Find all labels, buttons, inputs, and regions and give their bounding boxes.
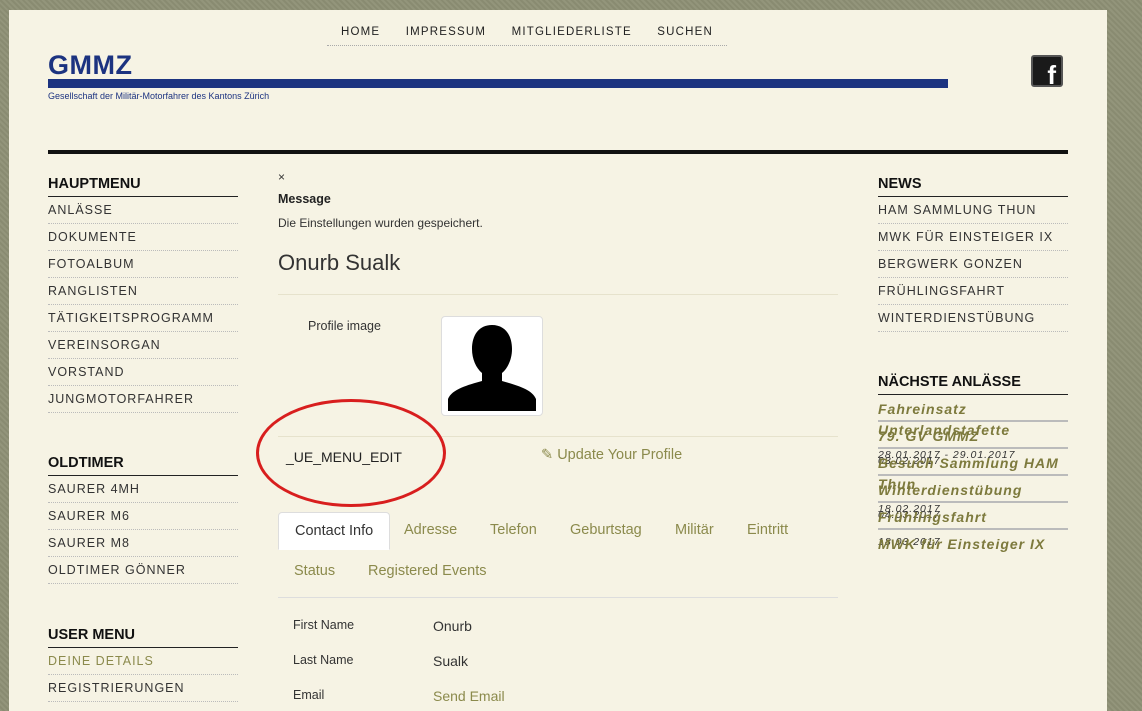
tab-geburtstag[interactable]: Geburtstag — [554, 512, 658, 548]
menu-item-registrierungen[interactable]: REGISTRIERUNGEN — [48, 675, 238, 702]
nav-mitgliederliste[interactable]: MITGLIEDERLISTE — [512, 26, 632, 38]
facebook-icon[interactable]: f — [1031, 55, 1063, 90]
event-title[interactable]: Winterdienstübung — [878, 480, 1068, 501]
page: HOME IMPRESSUM MITGLIEDERLISTE SUCHEN GM… — [9, 10, 1107, 711]
menu-item-jungmotorfahrer[interactable]: JUNGMOTORFAHRER — [48, 386, 238, 413]
field-row: Email Send Email — [278, 678, 838, 711]
event-item[interactable]: MWK für Einsteiger IX — [878, 530, 1068, 557]
update-profile-link[interactable]: ✎ Update Your Profile — [541, 447, 682, 463]
menu-item-vereinsorgan[interactable]: VEREINSORGAN — [48, 332, 238, 359]
edit-row: _UE_MENU_EDIT ✎ Update Your Profile — [256, 399, 838, 512]
tab-adresse[interactable]: Adresse — [388, 512, 473, 548]
profile-name: Onurb Sualk — [278, 250, 838, 295]
events-title: NÄCHSTE ANLÄSSE — [878, 374, 1068, 395]
menu-item-oldtimer-goenner[interactable]: OLDTIMER GÖNNER — [48, 557, 238, 584]
menu-item-taetigkeitsprogramm[interactable]: TÄTIGKEITSPROGRAMM — [48, 305, 238, 332]
update-profile-label: Update Your Profile — [557, 447, 683, 463]
news-item[interactable]: BERGWERK GONZEN — [878, 251, 1068, 278]
contact-fields: First Name Onurb Last Name Sualk Email S… — [278, 608, 838, 711]
menu-item-vorstand[interactable]: VORSTAND — [48, 359, 238, 386]
user-silhouette-icon — [448, 325, 536, 411]
menu-item-anlaesse[interactable]: ANLÄSSE — [48, 197, 238, 224]
news-title: NEWS — [878, 176, 1068, 197]
menu-item-ranglisten[interactable]: RANGLISTEN — [48, 278, 238, 305]
tab-registered-events[interactable]: Registered Events — [352, 553, 502, 589]
menu-item-saurer-m6[interactable]: SAURER M6 — [48, 503, 238, 530]
first-name-value: Onurb — [433, 618, 472, 634]
menu-item-saurer-m8[interactable]: SAURER M8 — [48, 530, 238, 557]
tab-status[interactable]: Status — [278, 553, 351, 589]
news-item[interactable]: MWK FÜR EINSTEIGER IX — [878, 224, 1068, 251]
event-item[interactable]: Frühlingsfahrt 18.03.2017 — [878, 503, 1068, 548]
message-title: Message — [278, 192, 331, 206]
tab-contact-info[interactable]: Contact Info — [278, 512, 391, 550]
menu-item-saurer-4mh[interactable]: SAURER 4MH — [48, 476, 238, 503]
first-name-label: First Name — [293, 618, 355, 632]
last-name-value: Sualk — [433, 653, 469, 669]
profile-tabs: Contact Info Adresse Telefon Geburtstag … — [278, 512, 838, 598]
top-navigation: HOME IMPRESSUM MITGLIEDERLISTE SUCHEN — [327, 18, 727, 46]
field-row: Last Name Sualk — [278, 643, 838, 678]
user-menu-title: USER MENU — [48, 627, 238, 648]
news-item[interactable]: HAM SAMMLUNG THUN — [878, 197, 1068, 224]
nav-suchen[interactable]: SUCHEN — [657, 26, 713, 38]
sidebar-hauptmenu: HAUPTMENU ANLÄSSE DOKUMENTE FOTOALBUM RA… — [48, 176, 238, 413]
site-subtitle: Gesellschaft der Militär-Motorfahrer des… — [48, 91, 270, 101]
sidebar-events: NÄCHSTE ANLÄSSE Fahreinsatz Unterlandsta… — [878, 374, 1068, 557]
event-title[interactable]: 79. GV GMMZ — [878, 426, 1068, 447]
event-item[interactable]: Besuch Sammlung HAM Thun 18.02.2017 — [878, 449, 1068, 515]
menu-item-fotoalbum[interactable]: FOTOALBUM — [48, 251, 238, 278]
sidebar-user-menu: USER MENU DEINE DETAILS REGISTRIERUNGEN — [48, 627, 238, 702]
close-icon[interactable]: × — [278, 170, 838, 184]
news-item[interactable]: WINTERDIENSTÜBUNG — [878, 305, 1068, 332]
event-title[interactable]: MWK für Einsteiger IX — [878, 534, 1068, 555]
profile-image-label: Profile image — [308, 319, 381, 333]
field-row: First Name Onurb — [278, 608, 838, 643]
sidebar-oldtimer: OLDTIMER SAURER 4MH SAURER M6 SAURER M8 … — [48, 455, 238, 584]
tab-telefon[interactable]: Telefon — [474, 512, 553, 548]
nav-home[interactable]: HOME — [341, 26, 380, 38]
event-title[interactable]: Frühlingsfahrt — [878, 507, 1068, 528]
oldtimer-title: OLDTIMER — [48, 455, 238, 476]
hauptmenu-title: HAUPTMENU — [48, 176, 238, 197]
event-item[interactable]: Fahreinsatz Unterlandstafette 28.01.2017… — [878, 395, 1068, 461]
event-item[interactable]: 79. GV GMMZ 03.02.2017 — [878, 422, 1068, 467]
edit-icon: ✎ — [541, 447, 554, 463]
header-divider — [48, 150, 1068, 154]
last-name-label: Last Name — [293, 653, 354, 667]
ue-menu-edit-label: _UE_MENU_EDIT — [286, 449, 402, 465]
send-email-link[interactable]: Send Email — [433, 688, 505, 704]
news-item[interactable]: FRÜHLINGSFAHRT — [878, 278, 1068, 305]
message-text: Die Einstellungen wurden gespeichert. — [278, 216, 483, 230]
menu-item-deine-details[interactable]: DEINE DETAILS — [48, 648, 238, 675]
tab-eintritt[interactable]: Eintritt — [731, 512, 804, 548]
main-content: × Message Die Einstellungen wurden gespe… — [256, 170, 838, 711]
nav-impressum[interactable]: IMPRESSUM — [406, 26, 486, 38]
tab-militaer[interactable]: Militär — [659, 512, 730, 548]
logo-bar — [48, 79, 948, 88]
site-logo[interactable]: GMMZ — [48, 50, 132, 81]
sidebar-news: NEWS HAM SAMMLUNG THUN MWK FÜR EINSTEIGE… — [878, 176, 1068, 332]
email-label: Email — [293, 688, 325, 702]
avatar — [441, 316, 543, 416]
event-item[interactable]: Winterdienstübung 04.03.2017 — [878, 476, 1068, 521]
menu-item-dokumente[interactable]: DOKUMENTE — [48, 224, 238, 251]
